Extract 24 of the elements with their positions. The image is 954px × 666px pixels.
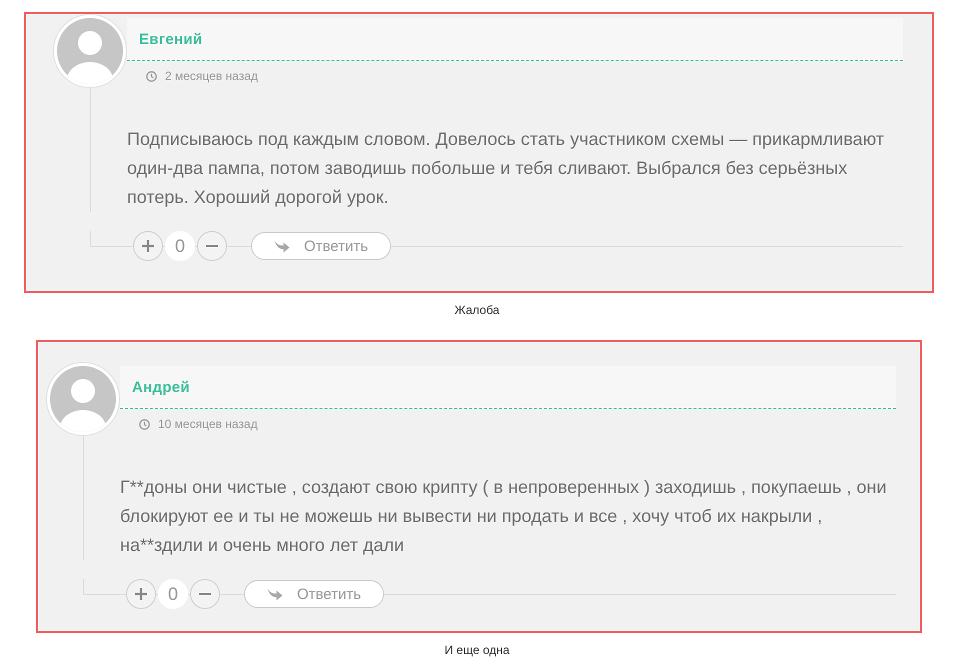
comment-text: Г**доны они чистые , создают свою крипту ( в непроверенных ) заходишь , покупаешь , они блокируют ее и ты не можешь ни вывести ни продать и все , хочу чтоб их накрыли , на**здили и очень много лет дали: [120, 476, 888, 557]
author-name: Евгений: [139, 30, 202, 48]
comment-text: Подписываюсь под каждым словом. Довелось стать участником схемы — прикармливают один-два пампа, потом заводишь побольше и тебя сливают. Выбрался без серьёзных потерь. Хороший дорогой урок.: [127, 128, 886, 209]
plus-icon: [142, 240, 154, 252]
minus-icon: [206, 245, 218, 247]
caption-text: Жалоба: [454, 302, 500, 318]
clock-icon: [146, 70, 157, 82]
upvote-button[interactable]: [126, 579, 156, 609]
clock-icon: [139, 418, 150, 430]
author-name: Андрей: [132, 378, 190, 396]
curved-arrow-icon: [274, 240, 290, 252]
upvote-button[interactable]: [133, 231, 163, 261]
downvote-button[interactable]: [197, 231, 227, 261]
vote-count: 0: [165, 231, 195, 261]
caption-text: И еще одна: [444, 642, 510, 658]
comment-time: 10 месяцев назад: [158, 417, 258, 431]
comment-time: 2 месяцев назад: [165, 69, 258, 83]
reply-button[interactable]: Ответить: [251, 232, 391, 260]
curved-arrow-icon: [266, 588, 283, 600]
plus-icon: [135, 588, 147, 600]
minus-icon: [199, 593, 211, 595]
reply-button[interactable]: Ответить: [244, 580, 384, 608]
vote-count: 0: [158, 579, 188, 609]
downvote-button[interactable]: [190, 579, 220, 609]
